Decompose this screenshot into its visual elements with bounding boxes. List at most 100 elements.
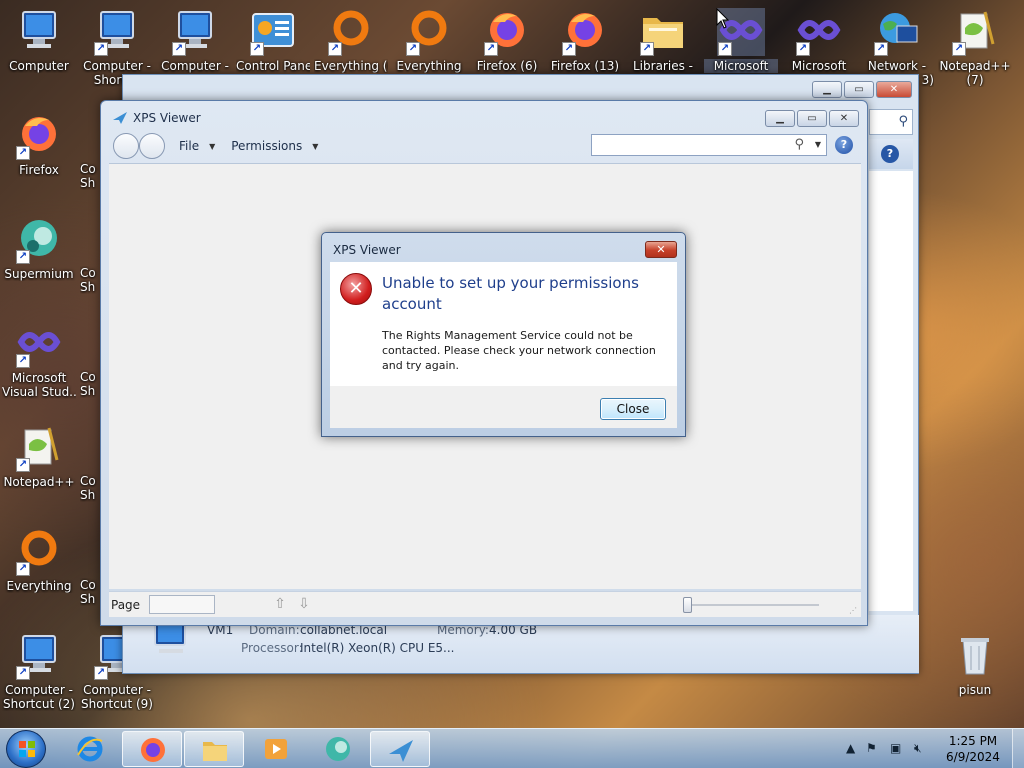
minimize-button[interactable]: ▁ [765, 110, 795, 127]
desktop-icon-everything-6[interactable]: ↗ Everything (6) [314, 8, 388, 73]
desktop-icon-label: Shortcut (2) [3, 697, 75, 711]
permissions-menu[interactable]: Permissions ▼ [231, 139, 318, 153]
help-icon[interactable]: ? [881, 145, 899, 163]
search-icon[interactable]: ⚲ [794, 137, 804, 152]
processor-label: Processor: [241, 641, 303, 655]
desktop-icon-visual-studio[interactable]: ↗ Microsoft Visual Stud... [2, 320, 76, 399]
help-icon[interactable]: ? [835, 136, 853, 154]
desktop-icon-label: Computer - [83, 683, 151, 697]
desktop-icon-everything[interactable]: ↗ Everything [392, 8, 466, 73]
minimize-button[interactable]: ▁ [812, 81, 842, 98]
error-icon: ✕ [340, 273, 372, 305]
network-icon[interactable]: ▣ [890, 741, 901, 755]
page-up-icon[interactable]: ⇧ [271, 595, 289, 613]
supermium-icon [326, 737, 350, 761]
firefox-icon: ↗ [15, 112, 63, 160]
taskbar-xps-viewer[interactable] [370, 731, 430, 767]
visual-studio-icon: ↗ [795, 8, 843, 56]
shortcut-arrow-icon: ↗ [94, 42, 108, 56]
computer-icon [15, 8, 63, 56]
page-down-icon[interactable]: ⇩ [295, 595, 313, 613]
shortcut-arrow-icon: ↗ [640, 42, 654, 56]
desktop-icon-libraries[interactable]: ↗ Libraries - [626, 8, 700, 73]
desktop-icon-label: Everything [6, 579, 72, 593]
desktop-icon-computer-shortcut[interactable]: ↗ Computer - [158, 8, 232, 73]
resize-grip-icon[interactable]: ⋰ [849, 606, 857, 615]
taskbar-internet-explorer[interactable] [60, 731, 120, 767]
maximize-button[interactable]: ▭ [797, 110, 827, 127]
toolbar: ? [869, 139, 913, 169]
desktop-icon-label: Firefox (13) [550, 59, 620, 73]
desktop-icon-microsoft[interactable]: ↗ Microsoft [782, 8, 856, 73]
page-number-input[interactable] [149, 595, 215, 614]
desktop-icon-label: Supermium [4, 267, 74, 281]
taskbar: ▲ ⚑ ▣ 🔇︎ 1:25 PM 6/9/2024 [0, 728, 1024, 768]
desktop-icon-supermium[interactable]: ↗ Supermium [2, 216, 76, 281]
desktop-icon-firefox[interactable]: ↗ Firefox [2, 112, 76, 177]
show-desktop-button[interactable] [1012, 729, 1024, 768]
content-pane [869, 171, 913, 611]
maximize-button[interactable]: ▭ [844, 81, 874, 98]
navigation-buttons [113, 133, 165, 159]
desktop-icon-notepadpp[interactable]: ↗ Notepad++ [2, 424, 76, 489]
desktop-icon-firefox-13[interactable]: ↗ Firefox (13) [548, 8, 622, 73]
everything-icon: ↗ [405, 8, 453, 56]
shortcut-arrow-icon: ↗ [406, 42, 420, 56]
file-menu[interactable]: File ▼ [179, 139, 215, 153]
start-button[interactable] [6, 730, 46, 768]
taskbar-supermium[interactable] [308, 731, 368, 767]
dialog-message: The Rights Management Service could not … [382, 329, 656, 372]
clock[interactable]: 1:25 PM 6/9/2024 [940, 733, 1006, 765]
firefox-icon: ↗ [561, 8, 609, 56]
desktop-icon-label: Microsoft [704, 59, 778, 73]
desktop-icon-label: (7) [966, 73, 984, 87]
zoom-slider-track[interactable] [685, 604, 819, 606]
shortcut-arrow-icon: ↗ [484, 42, 498, 56]
taskbar-firefox[interactable] [122, 731, 182, 767]
shortcut-arrow-icon: ↗ [16, 354, 30, 368]
visual-studio-icon: ↗ [15, 320, 63, 368]
folder-icon [203, 742, 227, 761]
desktop-icon-label: Microsoft [791, 59, 847, 73]
desktop-icon-label: Visual Stud... [2, 385, 76, 399]
desktop-icon-notepadpp-7[interactable]: ↗ Notepad++ (7) [938, 8, 1012, 87]
firefox-icon: ↗ [483, 8, 531, 56]
desktop-icon-computer[interactable]: Computer [2, 8, 76, 73]
search-icon: ⚲ [898, 114, 908, 129]
taskbar-explorer[interactable] [184, 731, 244, 767]
forward-button[interactable] [139, 133, 165, 159]
dialog-title: XPS Viewer [333, 243, 401, 257]
shortcut-arrow-icon: ↗ [562, 42, 576, 56]
desktop-icon-label: Notepad++ [939, 59, 1011, 73]
desktop-icon-computer-shortcut-2[interactable]: ↗ Computer - Shortcut (2) [2, 632, 76, 711]
recycle-bin-icon [951, 632, 999, 680]
back-button[interactable] [113, 133, 139, 159]
folder-icon: ↗ [639, 8, 687, 56]
search-box[interactable]: ⚲ [869, 109, 913, 135]
desktop-icon-recycle-bin[interactable]: pisun [938, 632, 1012, 697]
zoom-slider-thumb[interactable] [683, 597, 692, 613]
error-dialog[interactable]: XPS Viewer ✕ ✕ Unable to set up your per… [321, 232, 686, 437]
computer-icon: ↗ [171, 8, 219, 56]
desktop-icon-everything[interactable]: ↗ Everything [2, 528, 76, 593]
desktop-icon-control-panel[interactable]: ↗ Control Panel [236, 8, 310, 73]
action-center-flag-icon[interactable]: ⚑ [866, 741, 877, 755]
search-input[interactable]: ⚲ ▼ [591, 134, 827, 156]
firefox-icon [141, 738, 165, 762]
close-button[interactable]: Close [600, 398, 666, 420]
desktop-icon-firefox-6[interactable]: ↗ Firefox (6) [470, 8, 544, 73]
shortcut-arrow-icon: ↗ [16, 146, 30, 160]
volume-muted-icon[interactable]: 🔇︎ [914, 741, 922, 756]
taskbar-media-player[interactable] [246, 731, 306, 767]
show-hidden-icons-icon[interactable]: ▲ [846, 741, 855, 755]
chevron-down-icon[interactable]: ▼ [815, 140, 821, 149]
status-bar: Page ⇧ ⇩ ⋰ [109, 591, 861, 617]
close-button[interactable]: ✕ [829, 110, 859, 127]
desktop-icon-label: Network - [867, 59, 927, 73]
close-button[interactable]: ✕ [876, 81, 912, 98]
everything-icon: ↗ [15, 528, 63, 576]
dialog-close-x-button[interactable]: ✕ [645, 241, 677, 258]
chevron-down-icon: ▼ [209, 141, 216, 151]
shortcut-arrow-icon: ↗ [718, 42, 732, 56]
control-panel-icon: ↗ [249, 8, 297, 56]
